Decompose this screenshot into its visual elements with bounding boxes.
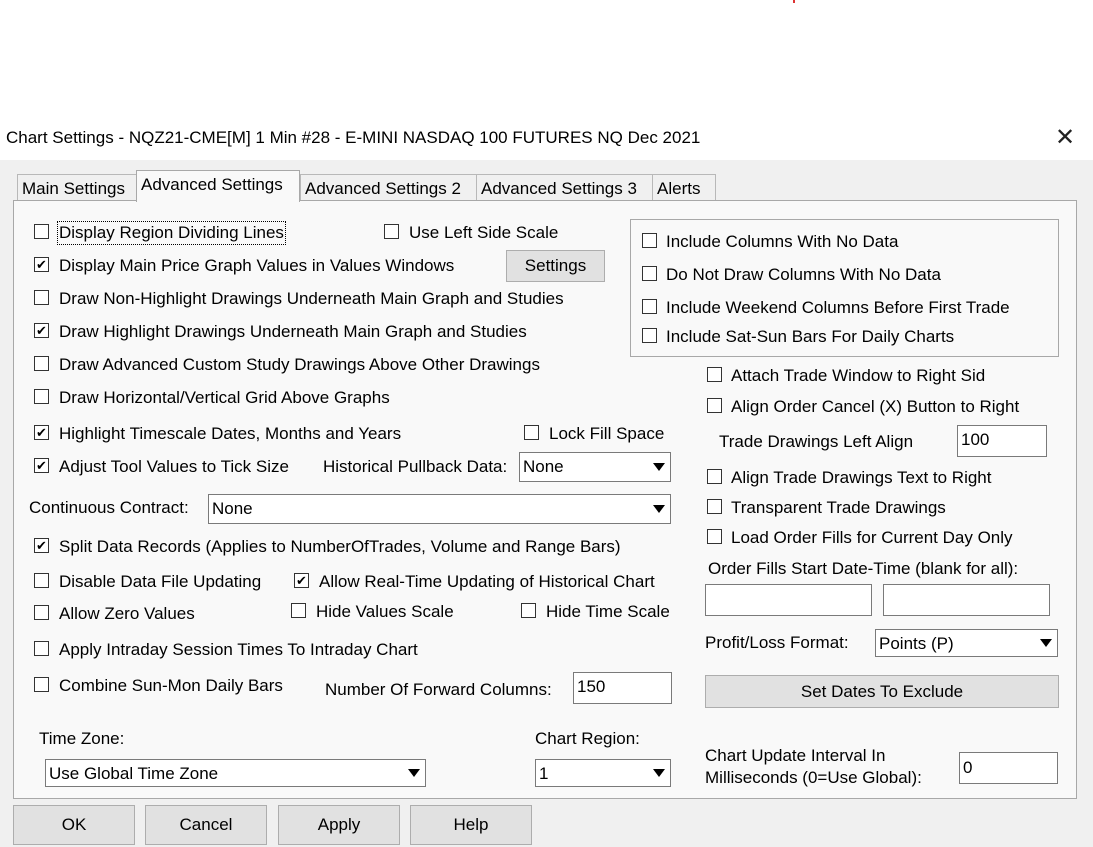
window-title: Chart Settings - NQZ21-CME[M] 1 Min #28 … bbox=[6, 128, 701, 147]
order-fills-start-label: Order Fills Start Date-Time (blank for a… bbox=[708, 559, 1019, 578]
display-region-dividing-lines-label: Display Region Dividing Lines bbox=[57, 221, 286, 245]
combine-sun-mon-label: Combine Sun-Mon Daily Bars bbox=[59, 676, 283, 695]
help-button[interactable]: Help bbox=[410, 805, 532, 845]
chevron-down-icon bbox=[1035, 630, 1057, 656]
lock-fill-space-checkbox[interactable] bbox=[524, 425, 539, 440]
adjust-tool-values-label: Adjust Tool Values to Tick Size bbox=[59, 457, 289, 476]
historical-pullback-label: Historical Pullback Data: bbox=[323, 457, 508, 476]
split-data-records-checkbox[interactable]: ✔ bbox=[34, 538, 49, 553]
apply-button[interactable]: Apply bbox=[278, 805, 400, 845]
adjust-tool-values-checkbox[interactable]: ✔ bbox=[34, 458, 49, 473]
tab-main-settings[interactable]: Main Settings bbox=[17, 174, 139, 202]
display-region-dividing-lines-checkbox[interactable] bbox=[34, 224, 49, 239]
load-order-fills-checkbox[interactable] bbox=[707, 529, 722, 544]
allow-realtime-updating-checkbox[interactable]: ✔ bbox=[294, 573, 309, 588]
apply-intraday-session-checkbox[interactable] bbox=[34, 641, 49, 656]
align-order-cancel-checkbox[interactable] bbox=[707, 398, 722, 413]
chart-region-value: 1 bbox=[539, 764, 549, 783]
profit-loss-format-label: Profit/Loss Format: bbox=[705, 633, 849, 652]
update-interval-label-line-1: Chart Update Interval In bbox=[705, 746, 886, 765]
forward-columns-input[interactable]: 150 bbox=[573, 672, 672, 704]
set-dates-to-exclude-button[interactable]: Set Dates To Exclude bbox=[705, 675, 1059, 708]
cancel-button[interactable]: Cancel bbox=[145, 805, 267, 845]
hide-values-scale-label: Hide Values Scale bbox=[316, 602, 454, 621]
apply-intraday-session-label: Apply Intraday Session Times To Intraday… bbox=[59, 640, 418, 659]
order-fills-start-time-input[interactable] bbox=[883, 584, 1050, 616]
chevron-down-icon bbox=[648, 760, 670, 786]
draw-advanced-custom-label: Draw Advanced Custom Study Drawings Abov… bbox=[59, 355, 540, 374]
align-order-cancel-label: Align Order Cancel (X) Button to Right bbox=[731, 397, 1020, 416]
draw-grid-above-checkbox[interactable] bbox=[34, 389, 49, 404]
lock-fill-space-label: Lock Fill Space bbox=[549, 424, 665, 443]
highlight-timescale-checkbox[interactable]: ✔ bbox=[34, 425, 49, 440]
attach-trade-window-label: Attach Trade Window to Right Sid bbox=[731, 366, 986, 385]
hide-time-scale-checkbox[interactable] bbox=[521, 603, 536, 618]
combine-sun-mon-checkbox[interactable] bbox=[34, 677, 49, 692]
draw-grid-above-label: Draw Horizontal/Vertical Grid Above Grap… bbox=[59, 388, 390, 407]
profit-loss-format-select[interactable]: Points (P) bbox=[875, 629, 1058, 657]
disable-data-file-updating-label: Disable Data File Updating bbox=[59, 572, 262, 591]
align-trade-drawings-text-label: Align Trade Drawings Text to Right bbox=[731, 468, 992, 487]
tab-advanced-settings[interactable]: Advanced Settings bbox=[136, 170, 300, 202]
historical-pullback-value: None bbox=[523, 457, 564, 476]
red-dot bbox=[793, 0, 795, 3]
tab-advanced-settings-3[interactable]: Advanced Settings 3 bbox=[476, 174, 654, 202]
draw-highlight-label: Draw Highlight Drawings Underneath Main … bbox=[59, 322, 527, 341]
continuous-contract-label: Continuous Contract: bbox=[29, 498, 189, 517]
align-trade-drawings-text-checkbox[interactable] bbox=[707, 469, 722, 484]
draw-highlight-checkbox[interactable]: ✔ bbox=[34, 323, 49, 338]
historical-pullback-select[interactable]: None bbox=[519, 452, 671, 482]
include-weekend-columns-label: Include Weekend Columns Before First Tra… bbox=[666, 298, 1010, 317]
split-data-records-label: Split Data Records (Applies to NumberOfT… bbox=[59, 537, 621, 556]
display-main-price-values-checkbox[interactable]: ✔ bbox=[34, 257, 49, 272]
transparent-trade-drawings-checkbox[interactable] bbox=[707, 499, 722, 514]
load-order-fills-label: Load Order Fills for Current Day Only bbox=[731, 528, 1013, 547]
update-interval-label-line-2: Milliseconds (0=Use Global): bbox=[705, 768, 922, 787]
chart-region-label: Chart Region: bbox=[535, 729, 640, 748]
hide-values-scale-checkbox[interactable] bbox=[291, 603, 306, 618]
continuous-contract-select[interactable]: None bbox=[208, 494, 671, 524]
time-zone-value: Use Global Time Zone bbox=[49, 764, 219, 783]
allow-zero-values-checkbox[interactable] bbox=[34, 605, 49, 620]
highlight-timescale-label: Highlight Timescale Dates, Months and Ye… bbox=[59, 424, 402, 443]
include-columns-no-data-label: Include Columns With No Data bbox=[666, 232, 899, 251]
draw-non-highlight-label: Draw Non-Highlight Drawings Underneath M… bbox=[59, 289, 564, 308]
close-icon[interactable]: ✕ bbox=[1055, 124, 1075, 152]
do-not-draw-columns-checkbox[interactable] bbox=[642, 266, 657, 281]
continuous-contract-value: None bbox=[212, 499, 253, 518]
draw-non-highlight-checkbox[interactable] bbox=[34, 290, 49, 305]
update-interval-input[interactable]: 0 bbox=[959, 752, 1058, 784]
include-sat-sun-label: Include Sat-Sun Bars For Daily Charts bbox=[666, 327, 955, 346]
tab-advanced-settings-2[interactable]: Advanced Settings 2 bbox=[300, 174, 478, 202]
chevron-down-icon bbox=[648, 495, 670, 523]
trade-drawings-left-align-label: Trade Drawings Left Align bbox=[719, 432, 914, 451]
transparent-trade-drawings-label: Transparent Trade Drawings bbox=[731, 498, 946, 517]
forward-columns-label: Number Of Forward Columns: bbox=[325, 680, 552, 699]
include-sat-sun-checkbox[interactable] bbox=[642, 328, 657, 343]
chevron-down-icon bbox=[648, 453, 670, 481]
order-fills-start-date-input[interactable] bbox=[705, 584, 872, 616]
profit-loss-format-value: Points (P) bbox=[879, 634, 954, 653]
ok-button[interactable]: OK bbox=[13, 805, 135, 845]
allow-realtime-updating-label: Allow Real-Time Updating of Historical C… bbox=[319, 572, 655, 591]
allow-zero-values-label: Allow Zero Values bbox=[59, 604, 195, 623]
do-not-draw-columns-label: Do Not Draw Columns With No Data bbox=[666, 265, 941, 284]
chevron-down-icon bbox=[403, 760, 425, 786]
include-columns-no-data-checkbox[interactable] bbox=[642, 233, 657, 248]
trade-drawings-left-align-input[interactable]: 100 bbox=[957, 425, 1047, 457]
time-zone-label: Time Zone: bbox=[39, 729, 125, 748]
time-zone-select[interactable]: Use Global Time Zone bbox=[45, 759, 426, 787]
settings-button[interactable]: Settings bbox=[506, 250, 605, 282]
hide-time-scale-label: Hide Time Scale bbox=[546, 602, 670, 621]
display-main-price-values-label: Display Main Price Graph Values in Value… bbox=[59, 256, 455, 275]
include-weekend-columns-checkbox[interactable] bbox=[642, 299, 657, 314]
tab-alerts[interactable]: Alerts bbox=[652, 174, 716, 202]
use-left-side-scale-label: Use Left Side Scale bbox=[409, 223, 559, 242]
use-left-side-scale-checkbox[interactable] bbox=[384, 224, 399, 239]
draw-advanced-custom-checkbox[interactable] bbox=[34, 356, 49, 371]
attach-trade-window-checkbox[interactable] bbox=[707, 367, 722, 382]
chart-region-select[interactable]: 1 bbox=[535, 759, 671, 787]
disable-data-file-updating-checkbox[interactable] bbox=[34, 573, 49, 588]
